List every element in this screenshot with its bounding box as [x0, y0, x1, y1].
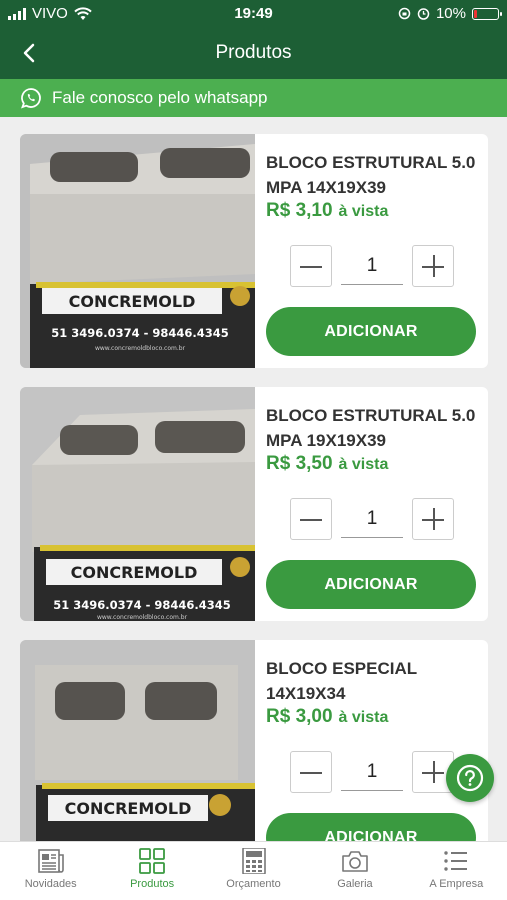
product-price: R$ 3,00 à vista [266, 706, 388, 728]
battery-percent: 10% [435, 5, 466, 22]
add-button[interactable]: ADICIONAR [266, 560, 476, 609]
product-title: BLOCO ESPECIAL 14X19X34 [266, 659, 417, 703]
grid-icon [139, 848, 166, 874]
status-bar: VIVO 19:49 10% [0, 0, 507, 28]
decrement-button[interactable] [290, 498, 332, 540]
image-brand-text: CONCREMOLD [65, 799, 192, 818]
camera-icon [342, 851, 368, 872]
product-title: BLOCO ESTRUTURAL 5.0 MPA 19X19X39 [266, 406, 476, 450]
alarm-icon [417, 8, 430, 20]
add-button[interactable]: ADICIONAR [266, 813, 476, 841]
image-url-text: www.concremoldbloco.com.br [95, 345, 186, 352]
whatsapp-label: Fale conosco pelo whatsapp [52, 88, 268, 107]
price-amount: R$ 3,00 [266, 706, 333, 727]
tab-galeria[interactable]: Galeria [304, 842, 405, 900]
image-brand-text: CONCREMOLD [69, 292, 196, 311]
quantity-stepper [290, 245, 454, 287]
tab-label: Novidades [24, 878, 77, 890]
image-url-text: www.concremoldbloco.com.br [97, 614, 188, 621]
help-icon [456, 764, 484, 792]
product-card: CONCREMOLD BLOCO ESPECIAL 14X19X34 R$ 3,… [20, 640, 488, 841]
product-card: CONCREMOLD 51 3496.0374 - 98446.4345 www… [20, 134, 488, 368]
product-price: R$ 3,10 à vista [266, 200, 388, 222]
list-icon [444, 851, 468, 871]
product-price: R$ 3,50 à vista [266, 453, 388, 475]
quantity-stepper [290, 751, 454, 793]
image-phone-text: 51 3496.0374 - 98446.4345 [51, 326, 229, 340]
calculator-icon [241, 848, 266, 874]
product-image: CONCREMOLD [20, 640, 255, 841]
whatsapp-bar[interactable]: Fale conosco pelo whatsapp [0, 79, 507, 117]
increment-button[interactable] [412, 498, 454, 540]
tab-produtos[interactable]: Produtos [101, 842, 202, 900]
price-payment: à vista [338, 709, 389, 726]
orientation-lock-icon [398, 7, 411, 20]
price-payment: à vista [338, 203, 389, 220]
decrement-button[interactable] [290, 245, 332, 287]
product-image: CONCREMOLD 51 3496.0374 - 98446.4345 www… [20, 134, 255, 368]
tab-bar: Novidades Produtos Orçamento Galeria A E… [0, 841, 507, 900]
image-phone-text: 51 3496.0374 - 98446.4345 [53, 598, 231, 612]
product-list: CONCREMOLD 51 3496.0374 - 98446.4345 www… [0, 117, 507, 841]
nav-bar: Produtos [0, 28, 507, 79]
quantity-input[interactable] [341, 247, 403, 285]
newspaper-icon [37, 849, 64, 873]
price-amount: R$ 3,10 [266, 200, 333, 221]
page-title: Produtos [215, 42, 292, 63]
product-title: BLOCO ESTRUTURAL 5.0 MPA 14X19X39 [266, 153, 476, 197]
product-card: CONCREMOLD 51 3496.0374 - 98446.4345 www… [20, 387, 488, 621]
tab-orcamento[interactable]: Orçamento [203, 842, 304, 900]
tab-novidades[interactable]: Novidades [0, 842, 101, 900]
image-brand-text: CONCREMOLD [71, 563, 198, 582]
increment-button[interactable] [412, 245, 454, 287]
tab-label: Produtos [130, 878, 175, 890]
battery-icon [472, 7, 502, 20]
quantity-input[interactable] [341, 500, 403, 538]
price-payment: à vista [338, 456, 389, 473]
tab-label: A Empresa [429, 878, 484, 890]
status-right: 10% [398, 5, 502, 22]
tab-label: Galeria [337, 878, 373, 890]
tab-label: Orçamento [226, 878, 281, 890]
tab-a-empresa[interactable]: A Empresa [406, 842, 507, 900]
whatsapp-icon [21, 88, 41, 109]
add-button[interactable]: ADICIONAR [266, 307, 476, 356]
help-button[interactable] [446, 754, 494, 802]
decrement-button[interactable] [290, 751, 332, 793]
product-image: CONCREMOLD 51 3496.0374 - 98446.4345 www… [20, 387, 255, 621]
quantity-stepper [290, 498, 454, 540]
quantity-input[interactable] [341, 753, 403, 791]
price-amount: R$ 3,50 [266, 453, 333, 474]
